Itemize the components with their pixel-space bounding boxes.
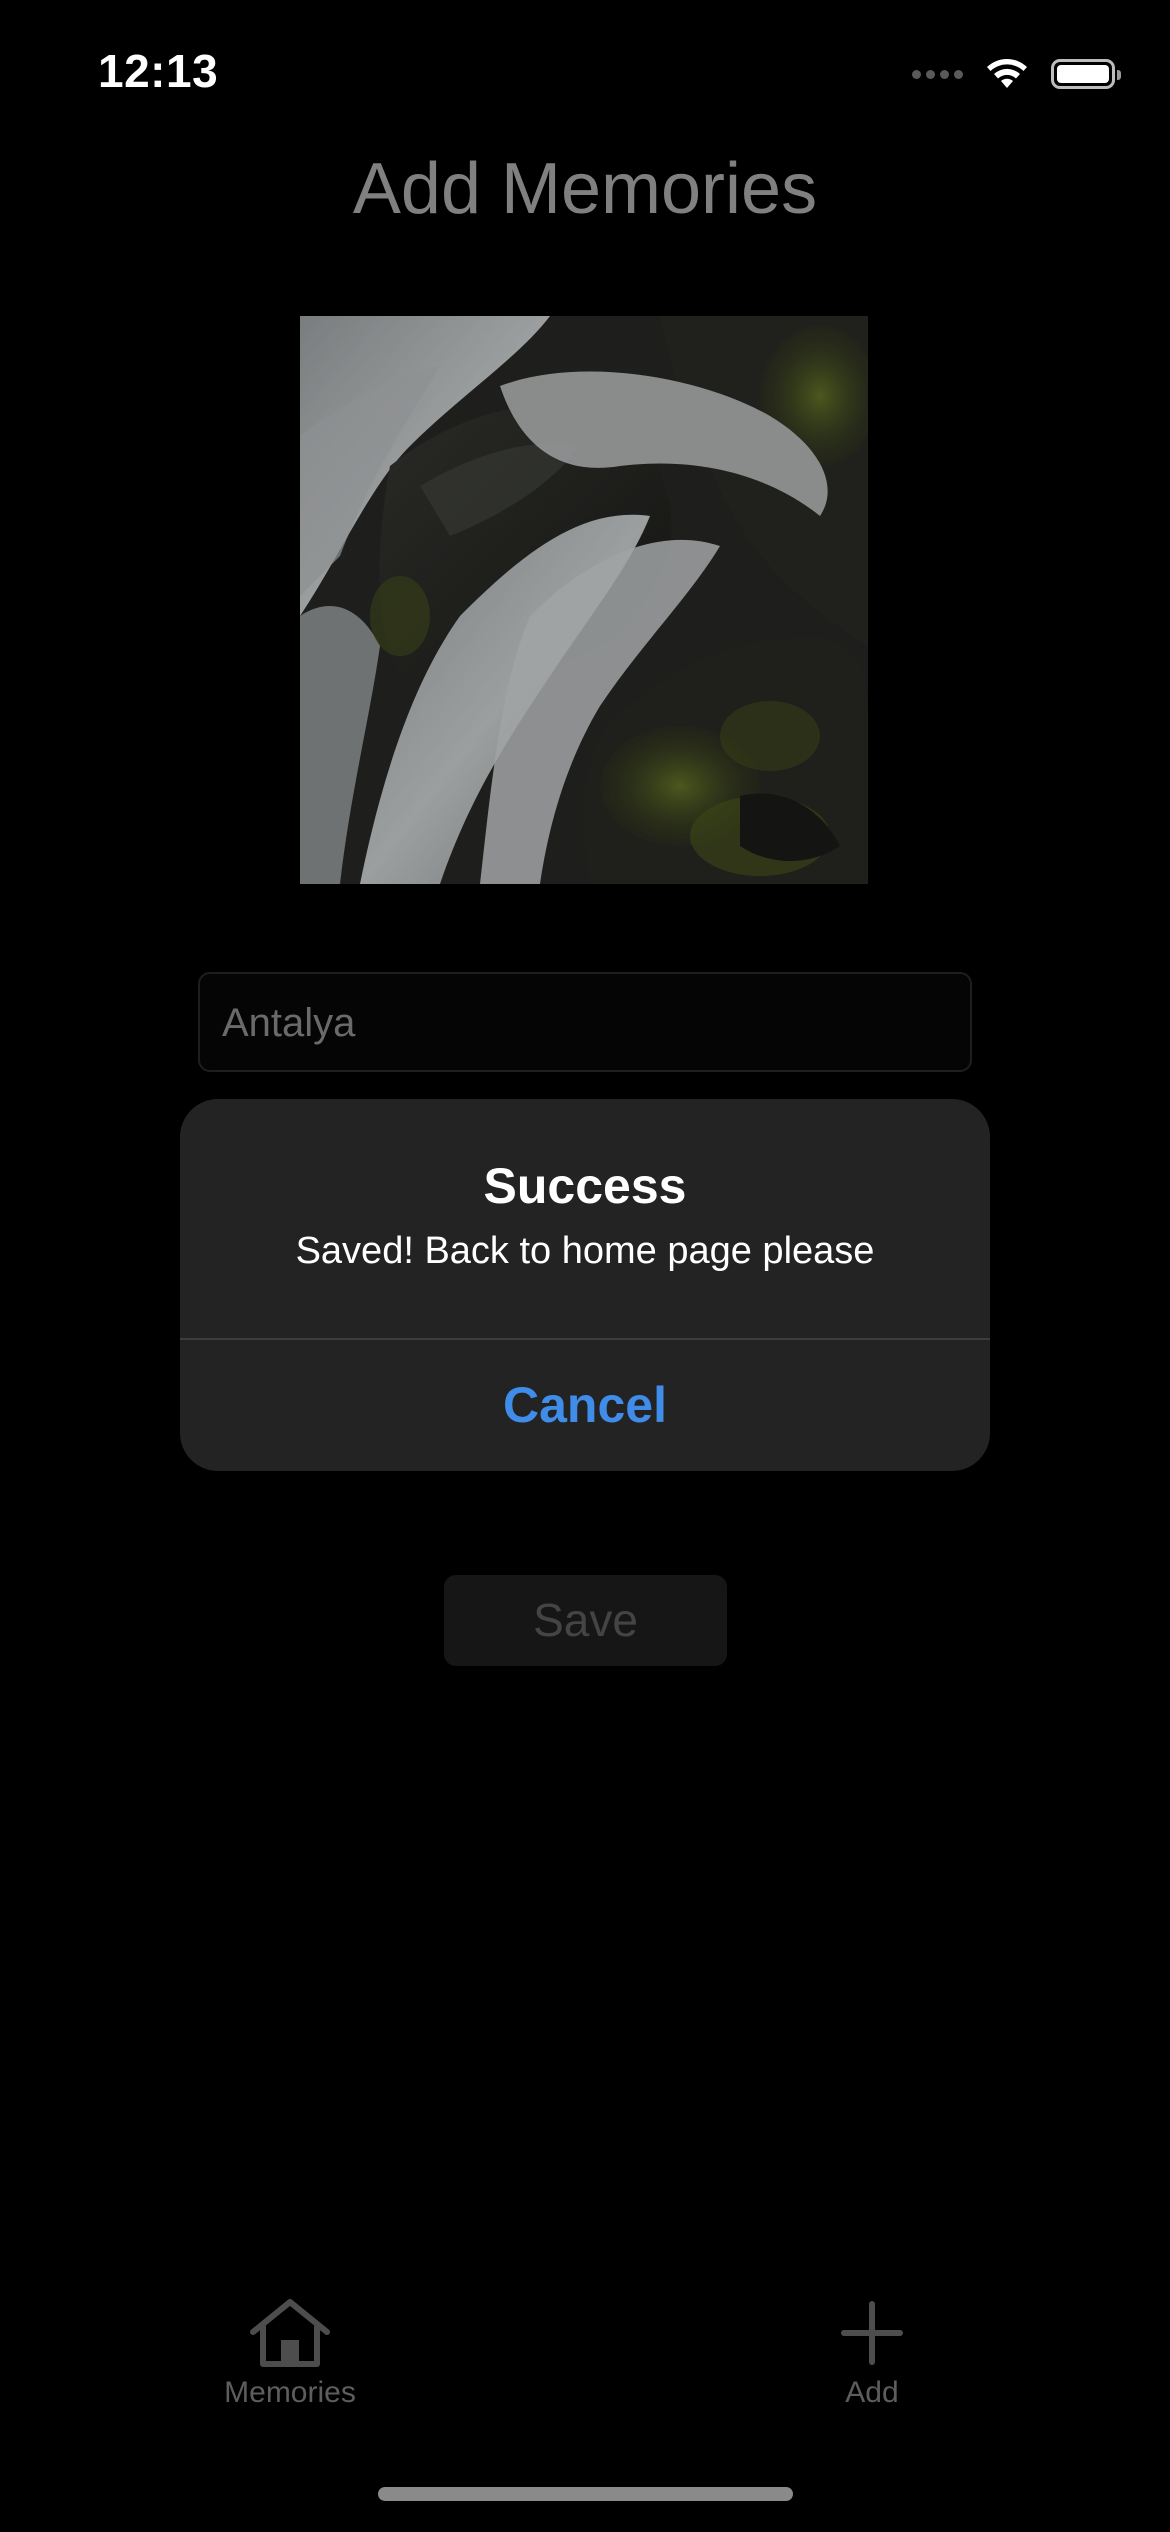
tab-bar: Memories Add xyxy=(0,2280,1170,2440)
alert-message: Saved! Back to home page please xyxy=(295,1230,875,1272)
cancel-button[interactable]: Cancel xyxy=(180,1340,990,1471)
memory-name-field[interactable]: Antalya xyxy=(198,972,972,1072)
status-bar: 12:13 xyxy=(0,0,1170,140)
cellular-signal-icon xyxy=(912,69,963,79)
home-indicator[interactable] xyxy=(378,2487,793,2501)
tab-memories[interactable]: Memories xyxy=(180,2280,400,2440)
battery-icon xyxy=(1051,59,1121,89)
page-title: Add Memories xyxy=(352,149,818,229)
house-icon xyxy=(250,2299,330,2367)
wifi-icon xyxy=(987,59,1027,88)
tab-add-label: Add xyxy=(845,2376,899,2409)
status-icons xyxy=(912,52,1121,96)
tab-memories-label: Memories xyxy=(224,2376,356,2409)
success-alert: Success Saved! Back to home page please … xyxy=(180,1099,990,1471)
memory-name-value: Antalya xyxy=(222,1001,356,1045)
selected-photo[interactable] xyxy=(300,316,868,884)
plus-icon xyxy=(841,2301,903,2365)
alert-title: Success xyxy=(483,1158,687,1214)
tab-add[interactable]: Add xyxy=(762,2280,982,2440)
save-button[interactable]: Save xyxy=(444,1575,727,1666)
status-time: 12:13 xyxy=(98,45,219,97)
